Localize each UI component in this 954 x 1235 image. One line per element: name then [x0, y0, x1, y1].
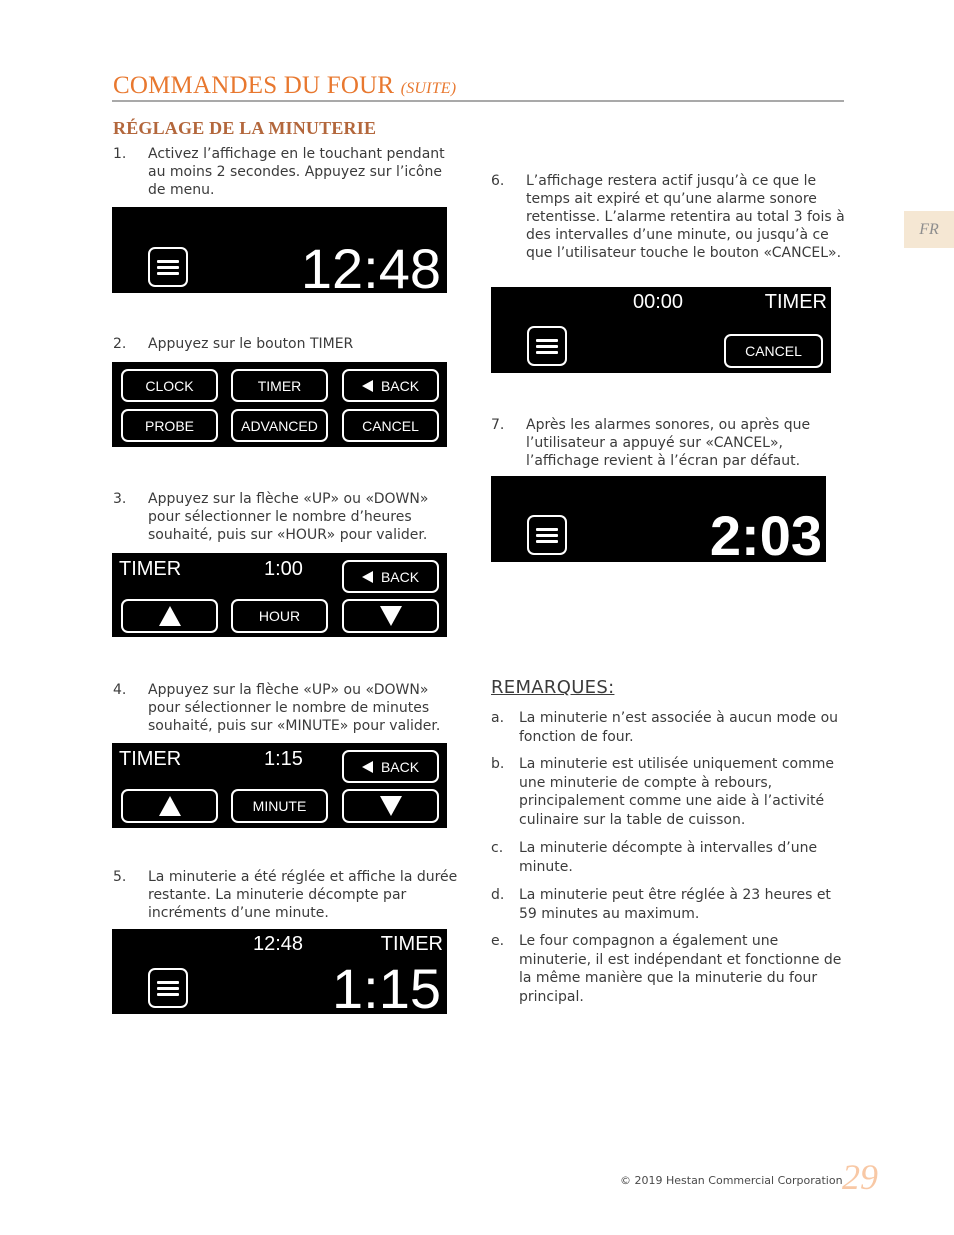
step-text: La minuterie a été réglée et affiche la …: [148, 869, 458, 921]
step-text: L’affichage restera actif jusqu’à ce que…: [526, 173, 845, 261]
up-arrow-button[interactable]: [121, 789, 218, 823]
timer-value: 1:00: [264, 558, 303, 580]
section-title: RÉGLAGE DE LA MINUTERIE: [113, 118, 377, 138]
timer-label: TIMER: [380, 933, 443, 955]
step-4: 4. Appuyez sur la flèche «UP» ou «DOWN» …: [113, 681, 458, 735]
back-arrow-icon: [361, 379, 373, 392]
remark-c: c. La minuterie décompte à intervalles d…: [491, 839, 851, 876]
up-arrow-button[interactable]: [121, 599, 218, 633]
up-arrow-icon: [158, 606, 181, 626]
timer-label: TIMER: [764, 291, 827, 313]
remark-d: d. La minuterie peut être réglée à 23 he…: [491, 886, 851, 923]
step-number: 5.: [113, 869, 127, 885]
advanced-button[interactable]: ADVANCED: [231, 409, 328, 442]
screen-default: 2:03: [491, 476, 826, 566]
step-6: 6. L’affichage restera actif jusqu’à ce …: [491, 172, 846, 262]
step-text: Appuyez sur le bouton TIMER: [148, 336, 354, 352]
remark-letter: a.: [491, 710, 505, 726]
back-arrow-icon: [361, 570, 373, 583]
language-tab: FR: [904, 211, 954, 248]
page-title: COMMANDES DU FOUR (SUITE): [113, 72, 456, 100]
back-label: BACK: [380, 568, 420, 585]
back-button[interactable]: BACK: [342, 560, 439, 593]
down-arrow-button[interactable]: [342, 789, 439, 823]
hour-button[interactable]: HOUR: [231, 599, 328, 633]
step-text: Après les alarmes sonores, ou après que …: [526, 417, 811, 469]
remark-text: La minuterie peut être réglée à 23 heure…: [519, 887, 831, 922]
timer-label: TIMER: [119, 558, 182, 580]
remark-a: a. La minuterie n’est associée à aucun m…: [491, 709, 851, 746]
screen-timer-minutes: TIMER 1:15 BACK MINUTE: [112, 743, 447, 828]
back-label: BACK: [380, 758, 420, 775]
down-arrow-icon: [379, 796, 402, 816]
clock-time: 12:48: [253, 933, 304, 955]
step-number: 7.: [491, 417, 505, 433]
page-title-text: COMMANDES DU FOUR: [113, 72, 395, 99]
title-divider: [112, 100, 844, 102]
page-number: 29: [842, 1157, 878, 1197]
step-number: 2.: [113, 336, 127, 352]
menu-icon[interactable]: [148, 968, 188, 1008]
step-7: 7. Après les alarmes sonores, ou après q…: [491, 416, 846, 470]
cancel-button[interactable]: CANCEL: [724, 334, 823, 368]
step-text: Appuyez sur la flèche «UP» ou «DOWN» pou…: [148, 491, 429, 543]
step-2: 2. Appuyez sur le bouton TIMER: [113, 335, 458, 353]
screen-home: 12:48: [112, 207, 447, 299]
screen-timer-running: 12:48 TIMER 1:15: [112, 929, 447, 1019]
timer-label: TIMER: [119, 748, 182, 770]
step-number: 4.: [113, 682, 127, 698]
remark-text: Le four compagnon a également une minute…: [519, 933, 842, 1005]
remark-text: La minuterie décompte à intervalles d’un…: [519, 840, 818, 875]
clock-display: 12:48: [300, 237, 441, 300]
remark-text: La minuterie est utilisée uniquement com…: [519, 756, 834, 828]
screen-menu: CLOCK TIMER BACK PROBE ADVANCED CANCEL: [112, 362, 447, 447]
step-3: 3. Appuyez sur la flèche «UP» ou «DOWN» …: [113, 490, 458, 544]
down-arrow-button[interactable]: [342, 599, 439, 633]
remarks-title: REMARQUES:: [491, 677, 615, 698]
cancel-button[interactable]: CANCEL: [342, 409, 439, 442]
copyright: © 2019 Hestan Commercial Corporation: [620, 1174, 843, 1187]
back-label: BACK: [380, 377, 420, 394]
back-arrow-icon: [361, 760, 373, 773]
step-text: Activez l’affichage en le touchant penda…: [148, 146, 445, 198]
screen-timer-expired: 00:00 TIMER CANCEL: [491, 287, 831, 373]
remark-e: e. Le four compagnon a également une min…: [491, 932, 851, 1006]
step-text: Appuyez sur la flèche «UP» ou «DOWN» pou…: [148, 682, 441, 734]
minute-button[interactable]: MINUTE: [231, 789, 328, 823]
step-number: 3.: [113, 491, 127, 507]
remark-letter: c.: [491, 840, 504, 856]
clock-display: 2:03: [709, 504, 822, 567]
remark-letter: b.: [491, 756, 505, 772]
timer-value: 1:15: [264, 748, 303, 770]
timer-remaining: 1:15: [332, 957, 441, 1020]
remark-letter: d.: [491, 887, 505, 903]
step-number: 6.: [491, 173, 505, 189]
up-arrow-icon: [158, 796, 181, 816]
remark-b: b. La minuterie est utilisée uniquement …: [491, 755, 851, 829]
probe-button[interactable]: PROBE: [121, 409, 218, 442]
menu-icon[interactable]: [148, 247, 188, 287]
clock-button[interactable]: CLOCK: [121, 369, 218, 402]
step-1: 1. Activez l’affichage en le touchant pe…: [113, 145, 458, 199]
timer-value: 00:00: [633, 291, 684, 313]
page-title-suffix: (SUITE): [400, 80, 457, 97]
remark-text: La minuterie n’est associée à aucun mode…: [519, 710, 839, 745]
menu-icon[interactable]: [527, 326, 567, 366]
menu-icon[interactable]: [527, 515, 567, 555]
remark-letter: e.: [491, 933, 505, 949]
down-arrow-icon: [379, 606, 402, 626]
back-button[interactable]: BACK: [342, 369, 439, 402]
step-5: 5. La minuterie a été réglée et affiche …: [113, 868, 458, 922]
step-number: 1.: [113, 146, 127, 162]
back-button[interactable]: BACK: [342, 750, 439, 783]
timer-button[interactable]: TIMER: [231, 369, 328, 402]
screen-timer-hours: TIMER 1:00 BACK HOUR: [112, 553, 447, 637]
